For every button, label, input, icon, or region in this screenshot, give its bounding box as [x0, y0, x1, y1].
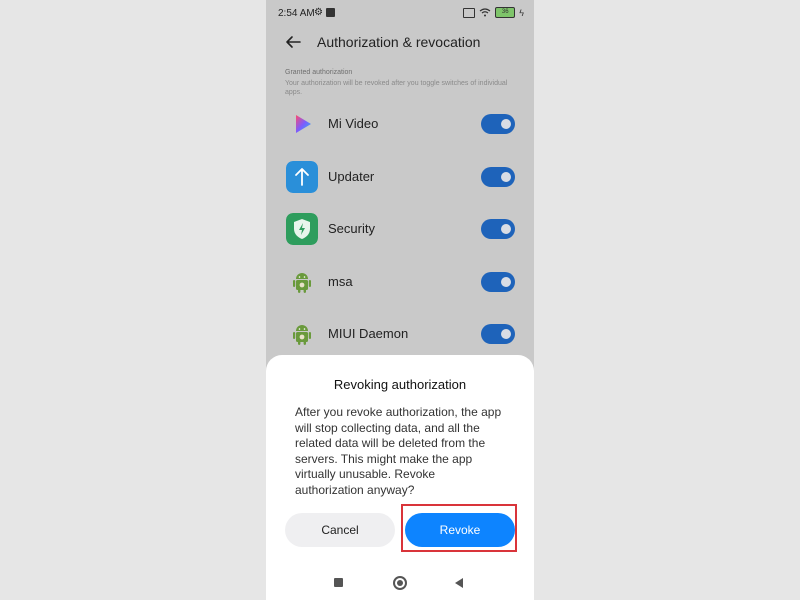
status-icons: 36 ϟ: [463, 7, 524, 18]
app-name: Updater: [328, 169, 375, 184]
updater-icon: [286, 161, 318, 193]
android-icon: [293, 273, 311, 293]
app-row-security: Security: [266, 205, 534, 257]
battery-icon: 36: [495, 7, 516, 18]
app-row-mi-video: Mi Video: [266, 100, 534, 152]
charging-icon: ϟ: [519, 7, 524, 18]
back-triangle-icon[interactable]: [453, 577, 465, 589]
back-arrow-icon[interactable]: [284, 33, 302, 51]
highlight-box: [401, 504, 517, 552]
mi-video-icon: [296, 115, 311, 133]
toggle-knob: [501, 277, 511, 287]
toggle-mi-video[interactable]: [481, 114, 515, 134]
cancel-button[interactable]: Cancel: [285, 513, 395, 547]
home-icon[interactable]: [393, 576, 407, 590]
recents-icon[interactable]: [334, 578, 343, 587]
sim-icon: [463, 7, 476, 18]
section-description: Your authorization will be revoked after…: [285, 80, 508, 96]
toggle-updater[interactable]: [481, 167, 515, 187]
app-name: MIUI Daemon: [328, 326, 409, 341]
section-label: Granted authorization: [285, 69, 353, 76]
status-bar: 2:54 AM ⚙ 36 ϟ: [266, 0, 534, 28]
dialog-title: Revoking authorization: [333, 377, 467, 392]
toggle-knob: [501, 119, 511, 129]
status-time: 2:54 AM: [278, 8, 315, 19]
app-name: Security: [328, 221, 375, 236]
app-row-updater: Updater: [266, 153, 534, 205]
wifi-icon: [479, 8, 491, 17]
toggle-security[interactable]: [481, 219, 515, 239]
security-icon: [286, 213, 318, 245]
app-name: msa: [328, 274, 353, 289]
app-row-msa: msa: [266, 258, 534, 310]
toggle-knob: [501, 224, 511, 234]
app-name: Mi Video: [328, 116, 379, 131]
notification-icon: [326, 8, 335, 17]
toggle-knob: [501, 329, 511, 339]
dialog-message: After you revoke authorization, the app …: [295, 405, 502, 497]
revoke-dialog: Revoking authorization After you revoke …: [266, 355, 534, 600]
toggle-knob: [501, 172, 511, 182]
phone-screen: 2:54 AM ⚙ 36 ϟ Authorization & revocatio…: [266, 0, 534, 600]
navigation-bar: [266, 569, 534, 597]
page-title: Authorization & revocation: [317, 34, 481, 50]
gear-icon: ⚙: [314, 7, 323, 18]
header: Authorization & revocation: [266, 28, 534, 58]
android-icon: [293, 325, 311, 345]
toggle-miui-daemon[interactable]: [481, 324, 515, 344]
toggle-msa[interactable]: [481, 272, 515, 292]
